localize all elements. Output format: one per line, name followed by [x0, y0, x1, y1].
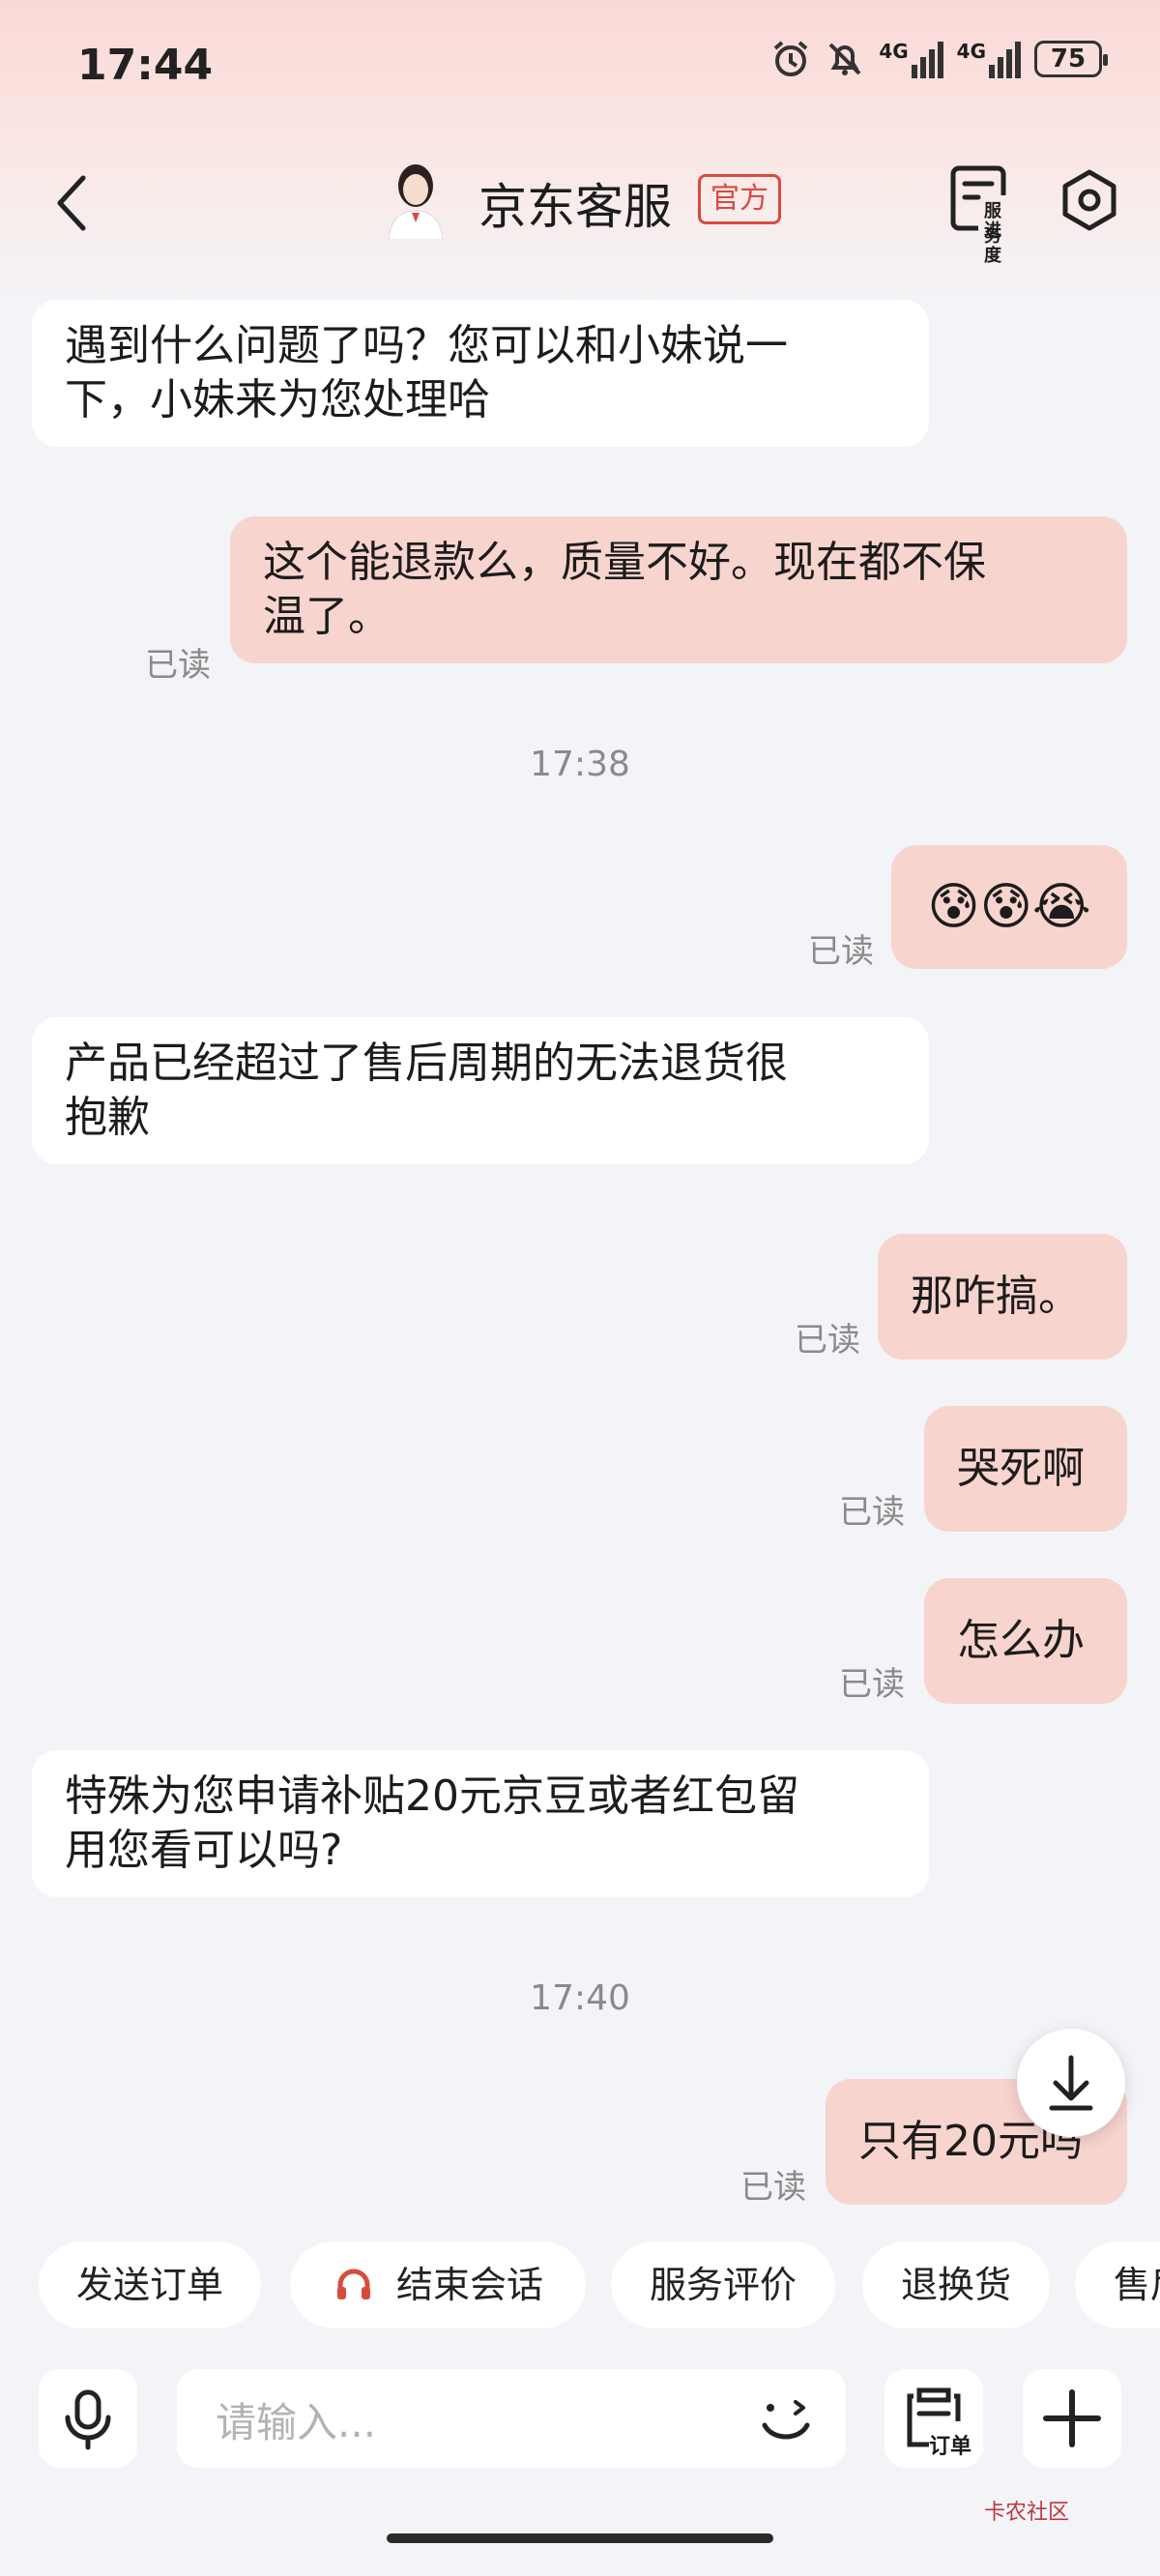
message-line: 特殊为您申请补贴20元京豆或者红包留	[65, 1771, 799, 1821]
chip-label: 发送订单	[75, 2264, 223, 2306]
send-order-chip[interactable]: 发送订单	[39, 2241, 261, 2328]
signal-bar	[989, 65, 995, 78]
service-rating-chip[interactable]: 服务评价	[611, 2241, 835, 2328]
timestamp: 17:40	[530, 1978, 630, 2018]
outgoing-message: 怎么办	[924, 1578, 1127, 1704]
back-arrow-icon[interactable]	[48, 172, 97, 234]
message-line: 产品已经超过了售后周期的无法退货很	[65, 1039, 788, 1088]
read-receipt: 已读	[839, 1493, 905, 1532]
read-receipt: 已读	[740, 2168, 806, 2207]
message-line: 温了。	[263, 592, 391, 641]
read-receipt: 已读	[795, 1321, 860, 1360]
network-label: 4G	[956, 40, 986, 63]
order-label: 订单	[929, 2435, 972, 2459]
chip-label: 结束会话	[396, 2264, 544, 2306]
page-title: 京东客服	[478, 179, 672, 235]
chip-label: 售后	[1114, 2264, 1160, 2306]
status-bar: 17:44 4G 4G 75	[0, 0, 1160, 145]
scroll-to-bottom-button[interactable]	[1017, 2029, 1125, 2137]
after-sales-chip[interactable]: 售后	[1075, 2241, 1160, 2328]
input-bar: 请输入... 订单	[0, 2359, 1160, 2475]
read-receipt: 已读	[839, 1665, 905, 1704]
outgoing-message: 哭死啊	[924, 1406, 1127, 1532]
voice-button[interactable]	[39, 2369, 137, 2468]
order-button[interactable]: 订单	[884, 2369, 983, 2468]
incoming-message: 遇到什么问题了吗？您可以和小妹说一 下，小妹来为您处理哈	[32, 300, 929, 447]
return-exchange-chip[interactable]: 退换货	[862, 2241, 1050, 2328]
signal-bar	[1015, 42, 1021, 78]
alarm-icon	[774, 41, 808, 76]
read-receipt: 已读	[808, 932, 874, 971]
message-line: 那咋搞。	[911, 1272, 1081, 1321]
message-line: 怎么办	[957, 1616, 1085, 1665]
outgoing-message: 那咋搞。	[878, 1234, 1127, 1360]
settings-icon[interactable]	[1056, 166, 1123, 234]
message-line: 抱歉	[65, 1093, 150, 1142]
end-session-chip[interactable]: 结束会话	[290, 2241, 586, 2328]
chip-label: 服务评价	[649, 2264, 797, 2306]
headset-icon	[337, 2269, 370, 2299]
network-label: 4G	[879, 40, 909, 63]
status-icons: 4G 4G 75	[770, 39, 1108, 79]
signal-bar	[998, 57, 1003, 78]
signal-bar	[1006, 49, 1012, 78]
signal-bar	[928, 49, 935, 78]
message-line: 下，小妹来为您处理哈	[65, 375, 490, 424]
watermark-logo: 卡农社区	[984, 2495, 1069, 2526]
signal-2: 4G	[957, 40, 1021, 78]
signal-bar	[937, 42, 943, 78]
chat-header: 京东客服 官方 服务 进度	[0, 145, 1160, 266]
download-arrow-icon	[1049, 2055, 1093, 2111]
message-line: 遇到什么问题了吗？您可以和小妹说一	[65, 321, 788, 370]
chip-label: 退换货	[900, 2264, 1011, 2306]
agent-avatar	[388, 164, 444, 240]
mute-bell-icon	[828, 43, 861, 75]
outgoing-message: 这个能退款么，质量不好。现在都不保 温了。	[230, 516, 1127, 663]
status-time: 17:44	[77, 41, 214, 90]
read-receipt: 已读	[145, 646, 211, 685]
watermark-text: 卡农社区	[984, 2501, 1070, 2525]
more-button[interactable]	[1023, 2369, 1121, 2468]
emoji-message: 😰😰😭	[927, 878, 1091, 936]
message-line: 这个能退款么，质量不好。现在都不保	[263, 538, 986, 587]
message-line: 哭死啊	[957, 1444, 1085, 1493]
input-placeholder: 请输入...	[216, 2399, 377, 2446]
service-progress-button[interactable]: 服务 进度	[949, 162, 1017, 266]
message-line: 用您看可以吗?	[65, 1826, 343, 1875]
official-badge: 官方	[698, 174, 781, 224]
microphone-icon	[65, 2389, 111, 2450]
incoming-message: 特殊为您申请补贴20元京豆或者红包留 用您看可以吗?	[32, 1750, 929, 1897]
quick-actions: 发送订单 结束会话 服务评价 退换货 售后	[0, 2241, 1160, 2338]
incoming-message: 产品已经超过了售后周期的无法退货很 抱歉	[32, 1017, 929, 1164]
home-indicator[interactable]	[387, 2533, 773, 2543]
battery-level: 75	[1050, 44, 1087, 73]
signal-1: 4G	[879, 40, 943, 78]
plus-icon	[1043, 2389, 1101, 2447]
signal-bar	[919, 57, 926, 78]
battery-indicator: 75	[1034, 41, 1108, 77]
timestamp: 17:38	[530, 745, 630, 784]
message-input[interactable]: 请输入...	[177, 2369, 846, 2468]
emoji-wink-icon[interactable]	[755, 2390, 817, 2448]
outgoing-message: 😰😰😭	[891, 845, 1127, 969]
service-progress-label-2: 进度	[984, 220, 1001, 266]
signal-bar	[911, 65, 917, 78]
